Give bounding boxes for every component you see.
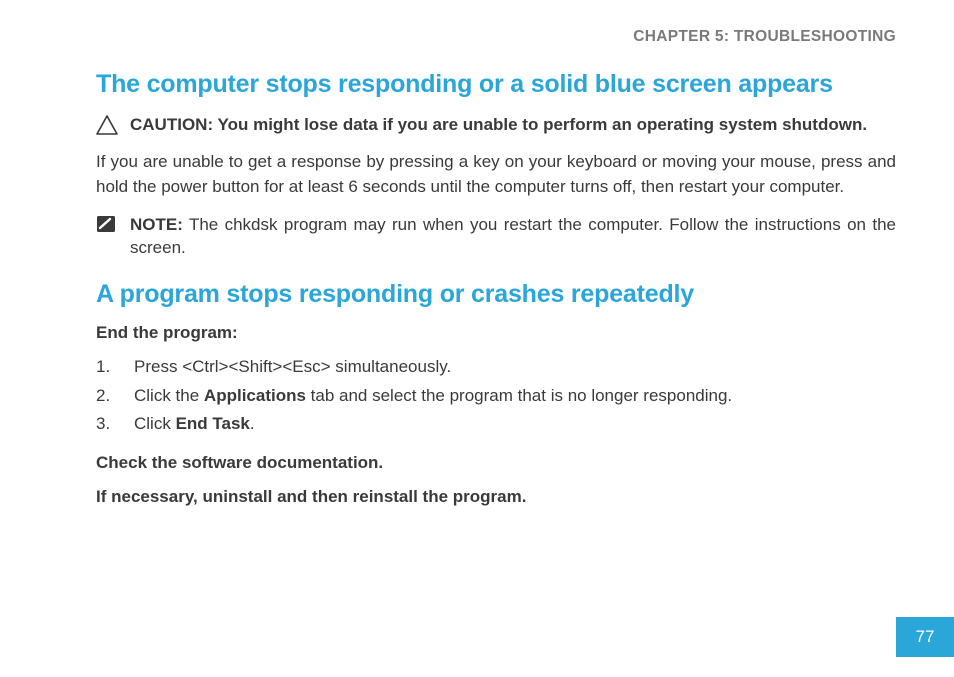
subhead-reinstall: If necessary, uninstall and then reinsta… xyxy=(96,487,896,507)
step-bold: End Task xyxy=(176,414,250,433)
caution-callout: CAUTION: You might lose data if you are … xyxy=(96,113,896,136)
note-label: NOTE: xyxy=(130,215,183,234)
section-title-2: A program stops responding or crashes re… xyxy=(96,280,896,309)
step-text: Press xyxy=(134,357,182,376)
step-text: tab and select the program that is no lo… xyxy=(306,386,732,405)
caution-icon xyxy=(96,113,130,135)
note-callout: NOTE: The chkdsk program may run when yo… xyxy=(96,213,896,260)
step-text: Click the xyxy=(134,386,204,405)
subhead-check-docs: Check the software documentation. xyxy=(96,453,896,473)
step-text: simultaneously. xyxy=(331,357,452,376)
section-title-1: The computer stops responding or a solid… xyxy=(96,70,896,99)
chapter-header: CHAPTER 5: TROUBLESHOOTING xyxy=(96,28,896,46)
step-text: . xyxy=(250,414,255,433)
list-item: Click End Task. xyxy=(96,410,896,439)
list-item: Click the Applications tab and select th… xyxy=(96,382,896,411)
subhead-end-program: End the program: xyxy=(96,323,896,343)
document-page: CHAPTER 5: TROUBLESHOOTING The computer … xyxy=(0,0,954,507)
step-bold: Applications xyxy=(204,386,306,405)
step-kbd: <Ctrl><Shift><Esc> xyxy=(182,357,330,376)
page-number: 77 xyxy=(916,627,935,647)
note-body: The chkdsk program may run when you rest… xyxy=(130,215,896,257)
step-text: Click xyxy=(134,414,176,433)
list-item: Press <Ctrl><Shift><Esc> simultaneously. xyxy=(96,353,896,382)
page-number-tab: 77 xyxy=(896,617,954,657)
body-paragraph-1: If you are unable to get a response by p… xyxy=(96,150,896,198)
steps-list: Press <Ctrl><Shift><Esc> simultaneously.… xyxy=(96,353,896,440)
note-icon xyxy=(96,213,130,233)
note-text: NOTE: The chkdsk program may run when yo… xyxy=(130,213,896,260)
caution-text: CAUTION: You might lose data if you are … xyxy=(130,113,896,136)
